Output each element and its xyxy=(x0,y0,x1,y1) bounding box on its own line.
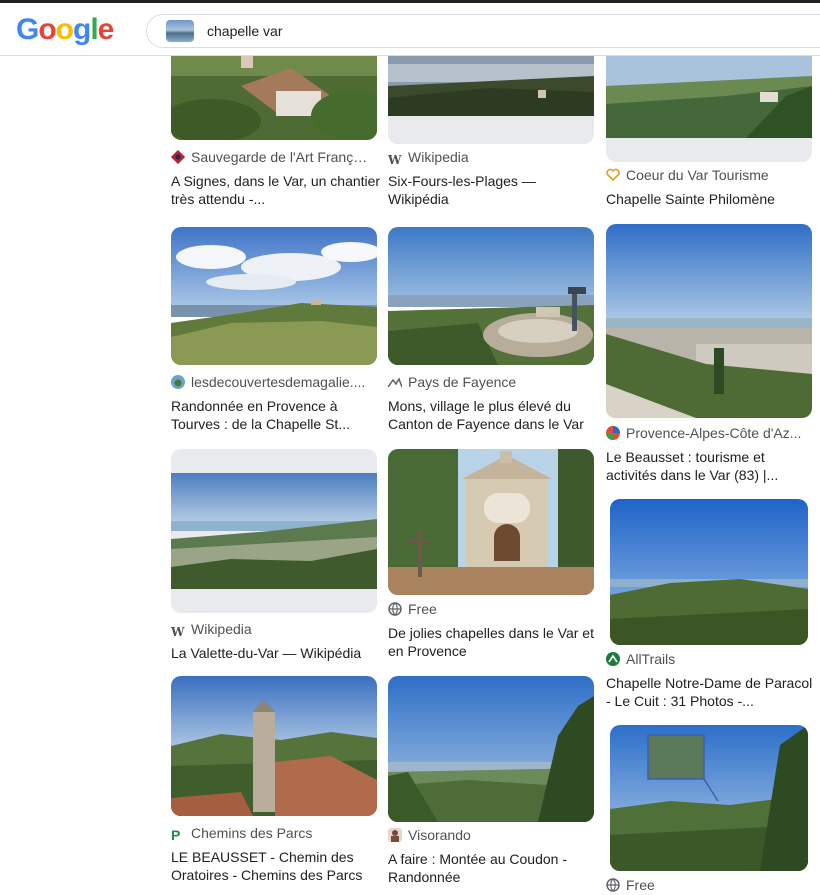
result-source[interactable]: P Chemins des Parcs xyxy=(171,825,377,843)
result-source[interactable]: Provence-Alpes-Côte d'Az... xyxy=(606,425,812,443)
result-source[interactable]: Pays de Fayence xyxy=(388,374,594,392)
result-image[interactable] xyxy=(171,449,377,613)
source-name: Chemins des Parcs xyxy=(191,825,313,841)
result-image[interactable] xyxy=(606,224,812,418)
source-name: AllTrails xyxy=(626,651,676,667)
wikipedia-icon: W xyxy=(171,625,185,639)
alltrails-icon xyxy=(606,652,620,666)
result-source[interactable]: Free xyxy=(606,877,812,895)
result-title[interactable]: La Valette-du-Var — Wikipédia xyxy=(171,644,381,662)
source-favicon-icon: P xyxy=(171,827,181,843)
result-image[interactable] xyxy=(388,676,594,822)
result-title[interactable]: De jolies chapelles dans le Var et en Pr… xyxy=(388,624,598,660)
result-title[interactable]: Chapelle Notre-Dame de Paracol - Le Cuit… xyxy=(606,674,816,710)
source-name: Pays de Fayence xyxy=(408,374,517,390)
result-source[interactable]: Coeur du Var Tourisme xyxy=(606,167,812,185)
source-favicon-icon xyxy=(388,828,402,842)
source-favicon-icon xyxy=(171,375,185,389)
result-source[interactable]: Sauvegarde de l'Art Franç… xyxy=(171,149,377,167)
result-image[interactable] xyxy=(606,56,812,162)
result-title[interactable]: LE BEAUSSET - Chemin des Oratoires - Che… xyxy=(171,848,381,884)
result-title[interactable]: Mons, village le plus élevé du Canton de… xyxy=(388,397,598,433)
source-name: Free xyxy=(626,877,655,893)
search-input[interactable]: chapelle var xyxy=(146,14,820,48)
source-name: Wikipedia xyxy=(408,149,469,165)
result-image[interactable] xyxy=(171,56,377,140)
result-image[interactable] xyxy=(171,227,377,365)
google-logo[interactable]: Google xyxy=(16,13,115,47)
result-title[interactable]: Randonnée en Provence à Tourves : de la … xyxy=(171,397,381,433)
logo-letter: G xyxy=(16,13,39,46)
logo-letter: o xyxy=(55,13,74,46)
logo-letter: o xyxy=(38,13,56,46)
search-query-text: chapelle var xyxy=(207,23,283,39)
result-source[interactable]: W Wikipedia xyxy=(171,621,377,639)
logo-letter: e xyxy=(97,13,115,46)
result-source[interactable]: AllTrails xyxy=(606,651,812,669)
result-image[interactable] xyxy=(171,676,377,816)
source-name: Sauvegarde de l'Art Franç… xyxy=(191,149,368,165)
result-source[interactable]: Free xyxy=(388,601,594,619)
logo-letter: g xyxy=(73,13,91,46)
result-image[interactable] xyxy=(388,449,594,595)
source-name: Coeur du Var Tourisme xyxy=(626,167,769,183)
source-name: lesdecouvertesdemagalie.... xyxy=(191,374,366,390)
image-results-grid: Sauvegarde de l'Art Franç… A Signes, dan… xyxy=(0,56,820,895)
result-image[interactable] xyxy=(610,725,808,871)
search-image-thumbnail[interactable] xyxy=(166,20,194,42)
result-title[interactable]: A Signes, dans le Var, un chantier très … xyxy=(171,172,381,208)
heart-icon xyxy=(606,168,620,182)
result-image[interactable] xyxy=(388,56,594,144)
source-name: Wikipedia xyxy=(191,621,252,637)
wikipedia-icon: W xyxy=(388,153,402,167)
result-title[interactable]: Chapelle Sainte Philomène xyxy=(606,190,816,208)
globe-icon xyxy=(606,878,620,892)
result-source[interactable]: lesdecouvertesdemagalie.... xyxy=(171,374,377,392)
result-title[interactable]: Six-Fours-les-Plages — Wikipédia xyxy=(388,172,598,208)
result-image[interactable] xyxy=(388,227,594,365)
result-title[interactable]: A faire : Montée au Coudon - Randonnée xyxy=(388,850,598,886)
result-source[interactable]: Visorando xyxy=(388,827,594,845)
search-header: Google chapelle var xyxy=(0,3,820,56)
source-name: Visorando xyxy=(408,827,471,843)
result-source[interactable]: W Wikipedia xyxy=(388,149,594,167)
source-favicon-icon xyxy=(606,426,620,440)
result-title[interactable]: Le Beausset : tourisme et activités dans… xyxy=(606,448,816,484)
mountain-icon xyxy=(388,375,403,389)
source-favicon-icon xyxy=(171,149,186,165)
logo-letter: l xyxy=(90,13,98,46)
source-name: Provence-Alpes-Côte d'Az... xyxy=(626,425,802,441)
source-name: Free xyxy=(408,601,437,617)
globe-icon xyxy=(388,602,402,616)
result-image[interactable] xyxy=(610,499,808,645)
